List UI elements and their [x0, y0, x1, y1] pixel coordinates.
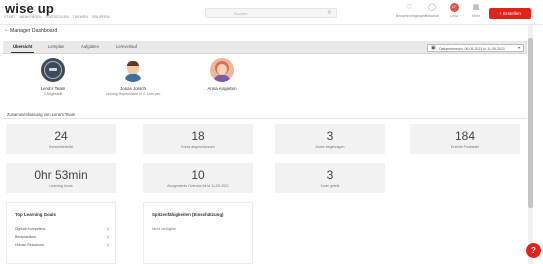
stat-card: 18 Kurse abgeschlossen [143, 124, 253, 154]
create-button[interactable]: + Erstellen [489, 8, 531, 19]
team-members: Lena's Team 2 Angestellt Jonas Jorsch Le… [3, 54, 527, 108]
stat-label: Learning hours [49, 184, 73, 188]
date-range-select[interactable]: ▣ Datumsbereich: 06-05-2021 to 11-05-202… [427, 44, 524, 52]
avatar: LY [449, 3, 459, 12]
more-label: Mehr [472, 14, 480, 18]
member-card[interactable]: Jonas Jorsch Lerning Hopesultant VI 2. L… [83, 58, 183, 96]
panel-title: Spitzenfähigkeiten (Einschätzung) [152, 212, 224, 217]
stat-value: 18 [191, 129, 205, 143]
goal-count: 1 [107, 227, 109, 231]
goal-label: Bestpractices [15, 235, 37, 239]
help-button[interactable]: ? [526, 243, 541, 258]
search-placeholder: Suchen [234, 11, 248, 16]
member-name: Anna Angarten [207, 86, 237, 91]
summary-divider [3, 118, 527, 119]
page-title: Manager Dashboard [10, 28, 58, 34]
help-circle-icon: ◯ [428, 4, 436, 11]
top-bar: wise up START MEIN PROFIL ENTDECKEN THEM… [0, 0, 543, 24]
stat-value: 184 [454, 129, 476, 143]
bell-icon: ♡ [405, 4, 413, 11]
stat-label: Karte geteilt [320, 184, 340, 188]
top-learning-goals-panel: Top Learning Goals Digitale Kompetenz 1 … [6, 202, 116, 264]
stat-label: Kurse begebragen [315, 145, 345, 149]
man-avatar [121, 58, 145, 82]
header-divider [0, 24, 543, 25]
nav-start[interactable]: START [4, 15, 15, 19]
stat-card: 24 Kursanfaktivität [6, 124, 116, 154]
search-icon[interactable]: ⚲ [327, 10, 331, 16]
list-item[interactable]: Human Resources 1 [15, 243, 109, 247]
logo[interactable]: wise up [5, 1, 54, 16]
search-input[interactable]: Suchen ⚲ [205, 8, 337, 18]
stat-label: Assignments Overdue As of 11-05-2021 [167, 184, 229, 188]
stat-card: 3 Karte geteilt [275, 163, 385, 193]
panel-title: Top Learning Goals [15, 212, 56, 217]
tab-tasks[interactable]: Aufgaben [81, 44, 99, 49]
scrollbar-thumb[interactable] [528, 38, 533, 208]
stat-card: 3 Kurse begebragen [275, 124, 385, 154]
list-item[interactable]: Bestpractices 1 [15, 235, 109, 239]
stat-card: 10 Assignments Overdue As of 11-05-2021 [143, 163, 253, 193]
nav-discover[interactable]: ENTDECKEN [46, 15, 68, 19]
tab-learning-history[interactable]: Lernverlauf [116, 44, 137, 49]
date-range-label: Datumsbereich: 06-05-2021 to 11-05-2021 [439, 46, 505, 51]
team-avatar [41, 58, 65, 82]
stat-value: 24 [54, 129, 68, 143]
goal-count: 1 [107, 243, 109, 247]
nav-topics[interactable]: THEMEN [73, 15, 88, 19]
summary-title: Zusammenfassung von Lena's Team [7, 112, 76, 117]
stat-value: 3 [326, 129, 334, 143]
list-item[interactable]: Digitale Kompetenz 1 [15, 227, 109, 231]
chevron-down-icon: ▾ [517, 45, 520, 50]
calendar-icon: ▣ [431, 45, 436, 51]
nav-profile[interactable]: MEIN PROFIL [19, 15, 42, 19]
stat-value: 10 [191, 168, 205, 182]
tab-learning-plan[interactable]: Lernplan [48, 44, 64, 49]
top-nav: START MEIN PROFIL ENTDECKEN THEMEN GRUPP… [4, 15, 113, 19]
stat-label: Kurse abgeschlossen [181, 145, 215, 149]
nav-groups[interactable]: GRUPPEN [92, 15, 110, 19]
member-card[interactable]: Anna Angarten [172, 58, 272, 91]
create-label: Erstellen [503, 11, 521, 16]
member-sub: Lerning Hopesultant VI 2. Lern.pm [105, 92, 161, 96]
stat-card: 0hr 53min Learning hours [6, 163, 116, 193]
member-name: Jonas Jorsch [120, 86, 146, 91]
goal-label: Human Resources [15, 243, 44, 247]
empty-state: Nicht verfügbar [152, 227, 176, 231]
more-menu[interactable]: ▦ Mehr [463, 3, 489, 18]
tab-overview[interactable]: Übersicht [10, 44, 35, 53]
goal-label: Digitale Kompetenz [15, 227, 46, 231]
grid-icon: ▦ [472, 4, 480, 11]
top-skills-panel: Spitzenfähigkeiten (Einschätzung) Nicht … [143, 202, 253, 264]
woman-avatar [210, 58, 234, 82]
goal-count: 1 [107, 235, 109, 239]
stat-value: 3 [326, 168, 334, 182]
stat-label: Kursanfaktivität [49, 145, 73, 149]
stat-card: 184 Erzielte Punktzahl [410, 124, 520, 154]
stat-value: 0hr 53min [34, 168, 88, 182]
stat-label: Erzielte Punktzahl [450, 145, 479, 149]
